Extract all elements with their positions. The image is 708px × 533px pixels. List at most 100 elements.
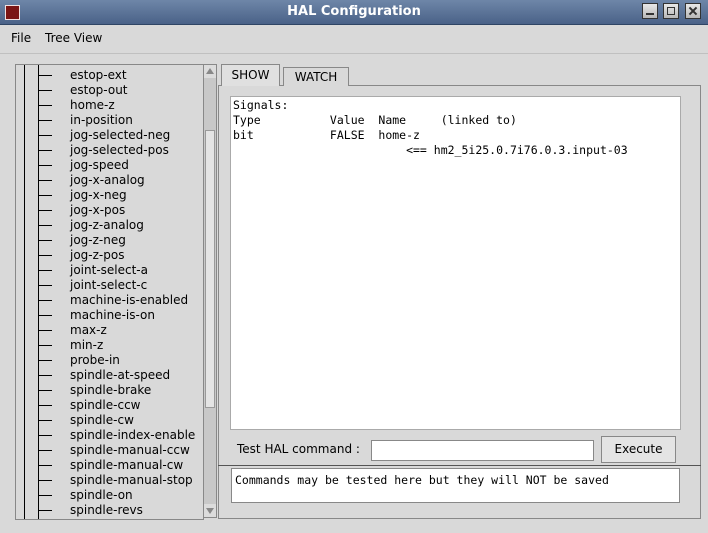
menu-file[interactable]: File bbox=[11, 31, 31, 45]
tree-item[interactable]: joint-select-a bbox=[16, 263, 203, 278]
tree-item[interactable]: machine-is-enabled bbox=[16, 293, 203, 308]
tree-item[interactable]: jog-z-pos bbox=[16, 248, 203, 263]
tree-item-label: machine-is-enabled bbox=[70, 293, 189, 307]
tree-item[interactable]: jog-selected-neg bbox=[16, 128, 203, 143]
tree-item-label: in-position bbox=[70, 113, 133, 127]
tree-item[interactable]: home-z bbox=[16, 98, 203, 113]
tree-item[interactable]: spindle-manual-ccw bbox=[16, 443, 203, 458]
tree-item-label: probe-in bbox=[70, 353, 120, 367]
scroll-thumb[interactable] bbox=[205, 130, 215, 408]
command-status-text: Commands may be tested here but they wil… bbox=[231, 468, 680, 503]
tree-item[interactable]: jog-z-analog bbox=[16, 218, 203, 233]
tree-item[interactable]: max-z bbox=[16, 323, 203, 338]
tree-branch bbox=[38, 405, 52, 406]
test-hal-command-label: Test HAL command : bbox=[237, 442, 360, 456]
tree-branch bbox=[38, 270, 52, 271]
tree-branch bbox=[38, 390, 52, 391]
tree-branch bbox=[38, 360, 52, 361]
tree-item-label: spindle-manual-stop bbox=[70, 473, 193, 487]
tree-item[interactable]: jog-x-analog bbox=[16, 173, 203, 188]
tree-branch bbox=[38, 330, 52, 331]
tree-item[interactable]: spindle-revs bbox=[16, 503, 203, 518]
tree-item-label: estop-ext bbox=[70, 68, 127, 82]
tree-item-label: jog-selected-pos bbox=[70, 143, 169, 157]
tree-item[interactable]: estop-ext bbox=[16, 68, 203, 83]
tree-item[interactable]: estop-out bbox=[16, 83, 203, 98]
tree-item[interactable]: machine-is-on bbox=[16, 308, 203, 323]
tree-branch bbox=[38, 210, 52, 211]
execute-button[interactable]: Execute bbox=[601, 436, 676, 463]
tree-scrollbar[interactable] bbox=[203, 64, 217, 518]
signal-tree[interactable]: estop-ext estop-out home-z in-position jog-s… bbox=[15, 64, 204, 520]
tab-show[interactable]: SHOW bbox=[221, 64, 280, 86]
tree-branch bbox=[38, 420, 52, 421]
tree-item-label: machine-is-on bbox=[70, 308, 155, 322]
tree-branch bbox=[38, 240, 52, 241]
tree-branch bbox=[38, 180, 52, 181]
tree-item[interactable]: jog-speed bbox=[16, 158, 203, 173]
scroll-up-arrow-icon[interactable] bbox=[204, 65, 216, 78]
tree-item-label: joint-select-c bbox=[70, 278, 148, 292]
tree-item-label: jog-speed bbox=[70, 158, 129, 172]
tree-branch bbox=[38, 465, 52, 466]
tree-item[interactable]: spindle-on bbox=[16, 488, 203, 503]
title-bar: HAL Configuration bbox=[0, 0, 708, 25]
tree-branch bbox=[38, 120, 52, 121]
tree-item-label: spindle-manual-cw bbox=[70, 458, 184, 472]
tree-item-label: jog-x-analog bbox=[70, 173, 145, 187]
tree-branch bbox=[38, 300, 52, 301]
tree-item-label: home-z bbox=[70, 98, 115, 112]
output-line-4: <== hm2_5i25.0.7i76.0.3.input-03 bbox=[233, 143, 628, 157]
tree-item[interactable]: jog-selected-pos bbox=[16, 143, 203, 158]
maximize-button[interactable] bbox=[663, 3, 679, 19]
tab-watch[interactable]: WATCH bbox=[283, 67, 349, 86]
window-title: HAL Configuration bbox=[287, 4, 421, 19]
tree-branch bbox=[38, 90, 52, 91]
tree-branch bbox=[38, 255, 52, 256]
tree-branch bbox=[38, 510, 52, 511]
tree-item-label: estop-out bbox=[70, 83, 128, 97]
tree-item[interactable]: spindle-index-enable bbox=[16, 428, 203, 443]
separator bbox=[218, 465, 701, 466]
tree-item[interactable]: probe-in bbox=[16, 353, 203, 368]
tree-item-label: jog-z-pos bbox=[70, 248, 125, 262]
tree-item[interactable]: joint-select-c bbox=[16, 278, 203, 293]
tree-item[interactable]: jog-x-pos bbox=[16, 203, 203, 218]
tree-branch bbox=[38, 135, 52, 136]
tree-item[interactable]: spindle-at-speed bbox=[16, 368, 203, 383]
tree-item[interactable]: min-z bbox=[16, 338, 203, 353]
tree-item-label: spindle-at-speed bbox=[70, 368, 171, 382]
minimize-button[interactable] bbox=[642, 3, 658, 19]
output-line-3: bit FALSE home-z bbox=[233, 128, 420, 142]
output-line-2: Type Value Name (linked to) bbox=[233, 113, 517, 127]
tree-item[interactable]: jog-x-neg bbox=[16, 188, 203, 203]
tree-item-label: spindle-manual-ccw bbox=[70, 443, 190, 457]
tree-item-label: spindle-brake bbox=[70, 383, 152, 397]
tree-branch bbox=[38, 75, 52, 76]
tree-item[interactable]: jog-z-neg bbox=[16, 233, 203, 248]
tree-branch bbox=[38, 165, 52, 166]
tree-branch bbox=[38, 195, 52, 196]
tree-item-label: spindle-cw bbox=[70, 413, 134, 427]
tree-item-label: spindle-ccw bbox=[70, 398, 141, 412]
tree-branch bbox=[38, 105, 52, 106]
tree-item[interactable]: spindle-manual-stop bbox=[16, 473, 203, 488]
tree-item-label: spindle-on bbox=[70, 488, 133, 502]
tree-item[interactable]: spindle-brake bbox=[16, 383, 203, 398]
tree-item[interactable]: spindle-cw bbox=[16, 413, 203, 428]
tree-item[interactable]: in-position bbox=[16, 113, 203, 128]
tree-branch bbox=[38, 495, 52, 496]
tree-item-label: spindle-index-enable bbox=[70, 428, 196, 442]
close-button[interactable] bbox=[685, 3, 701, 19]
tree-item-label: spindle-revs bbox=[70, 503, 143, 517]
menu-tree-view[interactable]: Tree View bbox=[45, 31, 102, 45]
tree-branch bbox=[38, 345, 52, 346]
show-output-text[interactable]: Signals: Type Value Name (linked to) bit F… bbox=[230, 96, 681, 430]
tree-item[interactable]: spindle-manual-cw bbox=[16, 458, 203, 473]
tree-branch bbox=[38, 315, 52, 316]
tree-item[interactable]: spindle-ccw bbox=[16, 398, 203, 413]
scroll-down-arrow-icon[interactable] bbox=[204, 504, 216, 517]
menu-bar: File Tree View bbox=[0, 25, 708, 54]
hal-command-input[interactable] bbox=[371, 440, 594, 461]
tree-item-label: jog-x-pos bbox=[70, 203, 126, 217]
